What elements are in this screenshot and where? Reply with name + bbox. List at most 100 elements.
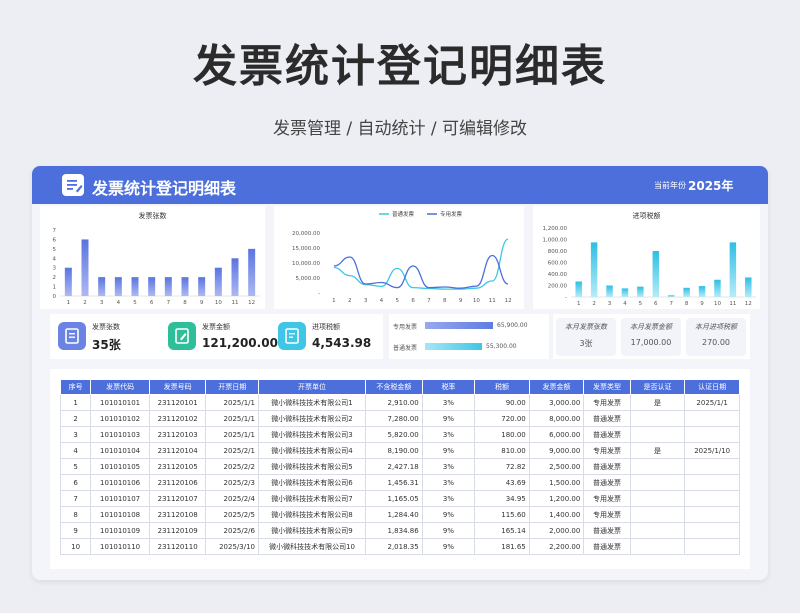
column-header[interactable]: 不含税金额: [365, 379, 423, 395]
table-cell[interactable]: 微小微科技技术有限公司2: [257, 410, 367, 427]
table-cell[interactable]: [684, 490, 740, 507]
table-row[interactable]: 10 101010110 231120110 2025/3/10 微小微科技技术有限公司…: [59, 538, 740, 555]
table-cell[interactable]: 9,000.00: [528, 442, 585, 459]
table-cell[interactable]: 普通发票: [583, 458, 631, 475]
table-cell[interactable]: 2025/2/1: [205, 442, 259, 459]
table-cell[interactable]: [629, 474, 686, 491]
table-cell[interactable]: 231120101: [148, 394, 207, 411]
column-header[interactable]: 序号: [59, 379, 92, 395]
table-cell[interactable]: 810.00: [474, 442, 530, 459]
table-cell[interactable]: 101010106: [90, 474, 150, 491]
table-cell[interactable]: 1,500.00: [528, 474, 585, 491]
table-cell[interactable]: 2,000.00: [528, 522, 585, 539]
table-cell[interactable]: [629, 538, 686, 555]
table-cell[interactable]: [684, 458, 740, 475]
table-cell[interactable]: 165.14: [474, 522, 530, 539]
table-cell[interactable]: 普通发票: [583, 538, 631, 555]
table-cell[interactable]: 微小微科技技术有限公司5: [257, 458, 367, 475]
table-cell[interactable]: 微小微科技技术有限公司4: [257, 442, 367, 459]
table-cell[interactable]: 9%: [421, 538, 476, 555]
table-cell[interactable]: 8,190.00: [365, 442, 423, 459]
table-cell[interactable]: 101010102: [90, 410, 150, 427]
table-cell[interactable]: 普通发票: [583, 522, 631, 539]
table-cell[interactable]: 7,280.00: [365, 410, 423, 427]
column-header[interactable]: 认证日期: [684, 379, 740, 395]
table-cell[interactable]: 90.00: [474, 394, 530, 411]
table-cell[interactable]: 2,427.18: [365, 458, 423, 475]
table-cell[interactable]: 231120104: [148, 442, 207, 459]
table-cell[interactable]: 8,000.00: [528, 410, 585, 427]
table-cell[interactable]: 2025/1/10: [684, 442, 740, 459]
table-cell[interactable]: 72.82: [474, 458, 530, 475]
table-cell[interactable]: 1: [59, 394, 92, 411]
table-row[interactable]: 1 101010101 231120101 2025/1/1 微小微科技技术有限公司1 2…: [59, 394, 740, 411]
table-row[interactable]: 9 101010109 231120109 2025/2/6 微小微科技技术有限公司9 1…: [59, 522, 740, 539]
table-cell[interactable]: 2025/3/10: [205, 538, 259, 555]
table-cell[interactable]: 8: [59, 506, 92, 523]
table-row[interactable]: 6 101010106 231120106 2025/2/3 微小微科技技术有限公司6 1…: [59, 474, 740, 491]
table-cell[interactable]: 101010107: [90, 490, 150, 507]
table-cell[interactable]: 2025/1/1: [205, 426, 259, 443]
table-cell[interactable]: 1,400.00: [528, 506, 585, 523]
table-cell[interactable]: 3%: [421, 426, 476, 443]
table-cell[interactable]: 43.69: [474, 474, 530, 491]
table-cell[interactable]: 34.95: [474, 490, 530, 507]
table-cell[interactable]: [629, 410, 686, 427]
table-cell[interactable]: [684, 522, 740, 539]
table-cell[interactable]: 微小微科技技术有限公司3: [257, 426, 367, 443]
column-header[interactable]: 税额: [474, 379, 530, 395]
column-header[interactable]: 发票类型: [583, 379, 631, 395]
table-cell[interactable]: 1,284.40: [365, 506, 423, 523]
table-cell[interactable]: 1,200.00: [528, 490, 585, 507]
table-cell[interactable]: 3,000.00: [528, 394, 585, 411]
table-cell[interactable]: 101010105: [90, 458, 150, 475]
table-cell[interactable]: 微小微科技技术有限公司7: [257, 490, 367, 507]
table-cell[interactable]: [629, 490, 686, 507]
table-cell[interactable]: [684, 426, 740, 443]
column-header[interactable]: 是否认证: [629, 379, 686, 395]
table-cell[interactable]: 231120103: [148, 426, 207, 443]
table-cell[interactable]: 6,000.00: [528, 426, 585, 443]
table-cell[interactable]: 微小微科技技术有限公司9: [257, 522, 367, 539]
table-cell[interactable]: 普通发票: [583, 474, 631, 491]
table-cell[interactable]: 231120108: [148, 506, 207, 523]
table-row[interactable]: 8 101010108 231120108 2025/2/5 微小微科技技术有限公司8 1…: [59, 506, 740, 523]
table-cell[interactable]: [629, 458, 686, 475]
table-cell[interactable]: 231120102: [148, 410, 207, 427]
table-cell[interactable]: 101010109: [90, 522, 150, 539]
table-cell[interactable]: 9%: [421, 410, 476, 427]
table-cell[interactable]: 101010101: [90, 394, 150, 411]
table-cell[interactable]: 231120110: [148, 538, 207, 555]
table-cell[interactable]: 180.00: [474, 426, 530, 443]
table-cell[interactable]: 普通发票: [583, 410, 631, 427]
table-cell[interactable]: [684, 410, 740, 427]
table-cell[interactable]: [684, 538, 740, 555]
table-cell[interactable]: [684, 474, 740, 491]
table-cell[interactable]: 5: [59, 458, 92, 475]
table-cell[interactable]: 231120105: [148, 458, 207, 475]
table-cell[interactable]: 专用发票: [583, 490, 631, 507]
table-cell[interactable]: 2025/1/1: [205, 394, 259, 411]
table-cell[interactable]: 2025/2/5: [205, 506, 259, 523]
table-cell[interactable]: 3%: [421, 394, 476, 411]
table-cell[interactable]: 是: [629, 442, 686, 459]
table-cell[interactable]: [629, 506, 686, 523]
table-cell[interactable]: 3%: [421, 474, 476, 491]
column-header[interactable]: 开票日期: [205, 379, 259, 395]
column-header[interactable]: 发票代码: [90, 379, 150, 395]
table-cell[interactable]: 4: [59, 442, 92, 459]
table-cell[interactable]: 2025/2/4: [205, 490, 259, 507]
table-row[interactable]: 2 101010102 231120102 2025/1/1 微小微科技技术有限公司2 7…: [59, 410, 740, 427]
table-cell[interactable]: 3%: [421, 458, 476, 475]
table-cell[interactable]: 3: [59, 426, 92, 443]
table-cell[interactable]: 9: [59, 522, 92, 539]
table-cell[interactable]: 231120109: [148, 522, 207, 539]
table-cell[interactable]: 是: [629, 394, 686, 411]
table-cell[interactable]: 9%: [421, 522, 476, 539]
table-cell[interactable]: 2025/2/2: [205, 458, 259, 475]
table-cell[interactable]: 231120106: [148, 474, 207, 491]
table-cell[interactable]: 2,018.35: [365, 538, 423, 555]
table-cell[interactable]: 专用发票: [583, 442, 631, 459]
table-cell[interactable]: 微小微科技技术有限公司1: [257, 394, 367, 411]
table-row[interactable]: 3 101010103 231120103 2025/1/1 微小微科技技术有限公司3 5…: [59, 426, 740, 443]
